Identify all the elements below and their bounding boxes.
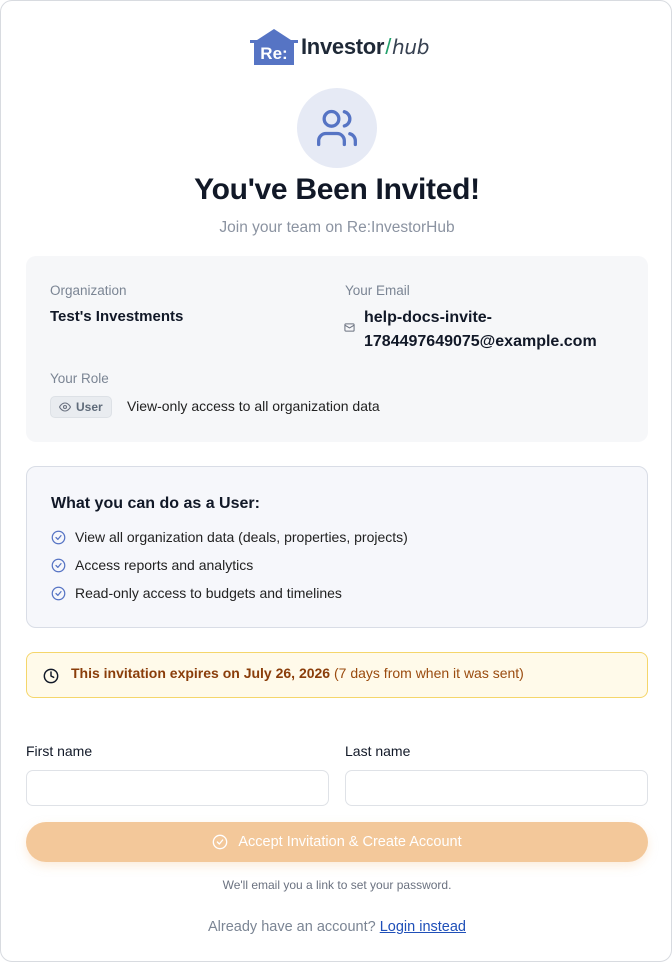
login-link[interactable]: Login instead: [380, 919, 466, 935]
brand-slash: /: [385, 34, 391, 59]
page-title: You've Been Invited!: [194, 173, 480, 206]
last-name-label: Last name: [345, 743, 411, 759]
organization-label: Organization: [50, 283, 127, 298]
permissions-title: What you can do as a User:: [51, 495, 260, 512]
check-circle-icon: [51, 586, 66, 600]
clock-icon: [43, 668, 59, 684]
permission-item: View all organization data (deals, prope…: [51, 529, 408, 545]
brand-name-sub: hub: [392, 35, 430, 59]
password-note: We'll email you a link to set your passw…: [222, 878, 452, 892]
role-badge: User: [50, 396, 112, 418]
expiry-text: This invitation expires on July 26, 2026…: [71, 665, 524, 681]
expiry-notice: This invitation expires on July 26, 2026…: [26, 652, 648, 698]
accept-invitation-button[interactable]: Accept Invitation & Create Account: [26, 822, 648, 862]
permissions-panel: What you can do as a User: View all orga…: [26, 466, 648, 628]
role-label: Your Role: [50, 371, 109, 386]
brand-logo: Re: Investor / hub: [250, 27, 429, 67]
role-badge-label: User: [76, 400, 103, 414]
check-circle-icon: [51, 558, 66, 572]
eye-icon: [59, 402, 71, 412]
login-prompt-line: Already have an account? Login instead: [1, 919, 672, 935]
permission-item: Access reports and analytics: [51, 557, 253, 573]
expiry-detail-text: (7 days from when it was sent): [334, 665, 524, 681]
email-label: Your Email: [345, 283, 410, 298]
expiry-date-text: This invitation expires on July 26, 2026: [71, 665, 331, 681]
brand-name-main: Investor: [301, 34, 385, 59]
page-subtitle: Join your team on Re:InvestorHub: [219, 219, 455, 236]
permission-text: View all organization data (deals, prope…: [75, 529, 408, 545]
email-value: help-docs-invite-1784497649075@example.c…: [364, 309, 597, 350]
check-circle-icon: [51, 530, 66, 544]
logo-mark: Re:: [260, 44, 287, 63]
invitation-card: Re: Investor / hub You've Been Invited! …: [0, 0, 672, 962]
first-name-input[interactable]: [26, 770, 329, 806]
role-description: View-only access to all organization dat…: [127, 398, 380, 414]
house-logo-icon: Re:: [250, 28, 298, 66]
last-name-input[interactable]: [345, 770, 648, 806]
organization-value: Test's Investments: [50, 308, 184, 325]
permission-text: Access reports and analytics: [75, 557, 254, 573]
login-prompt-text: Already have an account?: [208, 919, 376, 935]
invite-icon-circle: [297, 88, 377, 168]
first-name-label: First name: [26, 743, 93, 759]
accept-button-label: Accept Invitation & Create Account: [238, 834, 462, 850]
permission-item: Read-only access to budgets and timeline…: [51, 585, 342, 601]
check-circle-icon: [213, 834, 228, 850]
users-icon: [317, 109, 357, 147]
invite-details-panel: Organization Test's Investments Your Ema…: [26, 256, 648, 442]
permission-text: Read-only access to budgets and timeline…: [75, 585, 342, 601]
mail-icon: [344, 323, 355, 332]
